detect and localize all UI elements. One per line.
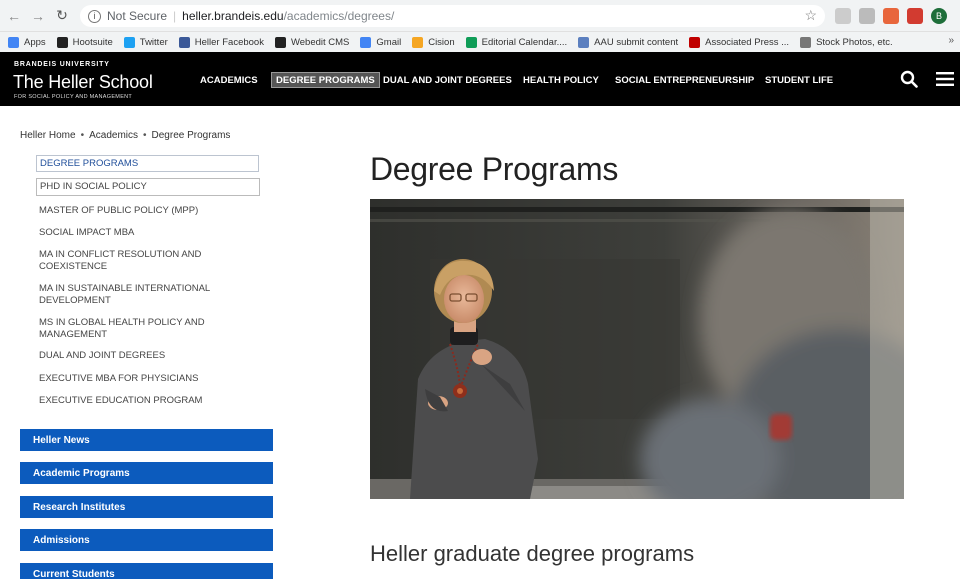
nav-item[interactable]: DUAL AND JOINT DEGREES [383, 72, 512, 88]
quicklink-button[interactable]: Admissions [20, 529, 273, 551]
sidenav-item[interactable]: EXECUTIVE EDUCATION PROGRAM [36, 395, 236, 407]
nav-item[interactable]: DEGREE PROGRAMS [271, 72, 380, 88]
browser-menu-icon[interactable]: ⋮ [955, 7, 960, 24]
search-icon[interactable] [900, 70, 918, 88]
quicklink-button[interactable]: Current Students [20, 563, 273, 579]
bookmark-label: Associated Press ... [705, 36, 790, 48]
cision-icon [412, 36, 424, 48]
sidenav-item[interactable]: MA IN SUSTAINABLE INTERNATIONAL DEVELOPM… [36, 283, 236, 307]
brand-university[interactable]: BRANDEIS UNIVERSITY [14, 61, 110, 68]
google-g-icon [360, 36, 372, 48]
bookmark-label: Heller Facebook [194, 36, 264, 48]
nav-item[interactable]: SOCIAL ENTREPRENEURSHIP [615, 72, 754, 88]
address-bar[interactable]: i Not Secure | heller.brandeis.edu/acade… [80, 5, 825, 27]
quicklink-button[interactable]: Heller News [20, 429, 273, 451]
facebook-icon [178, 36, 190, 48]
bookmark-item[interactable]: Apps [8, 36, 46, 48]
sheets-icon [465, 36, 477, 48]
extension-g-icon[interactable] [907, 7, 923, 24]
extension-chart-icon[interactable] [883, 7, 899, 24]
quicklink-button[interactable]: Academic Programs [20, 462, 273, 484]
sidenav-item[interactable]: DEGREE PROGRAMS [36, 155, 259, 172]
extensions-area: B ⋮ [835, 7, 960, 24]
breadcrumb-link[interactable]: Academics [89, 130, 138, 141]
bookmark-label: Editorial Calendar.... [481, 36, 568, 48]
reload-icon[interactable]: ↻ [52, 6, 72, 26]
extension-drop-icon[interactable] [835, 7, 851, 24]
nav-item[interactable]: ACADEMICS [200, 72, 258, 88]
back-arrow-icon[interactable]: ← [4, 6, 24, 26]
bookmark-label: Twitter [139, 36, 168, 48]
bookmark-label: Cision [428, 36, 455, 48]
quicklink-button[interactable]: Research Institutes [20, 496, 273, 518]
url-host: heller.brandeis.edu [182, 9, 284, 23]
url-path: /academics/degrees/ [283, 9, 395, 23]
bookmark-label: Hootsuite [72, 36, 113, 48]
section-subheading: Heller graduate degree programs [370, 541, 695, 566]
sidenav-item[interactable]: EXECUTIVE MBA FOR PHYSICIANS [36, 373, 236, 385]
bookmark-label: Webedit CMS [290, 36, 350, 48]
bookmark-item[interactable]: Editorial Calendar.... [465, 36, 568, 48]
sidenav-item[interactable]: PHD IN SOCIAL POLICY [36, 178, 260, 196]
bookmark-item[interactable]: Heller Facebook [178, 36, 264, 48]
bookmark-item[interactable]: Stock Photos, etc. [800, 36, 893, 48]
forward-arrow-icon[interactable]: → [28, 6, 48, 26]
bookmark-star-icon[interactable]: ☆ [804, 7, 817, 24]
sidenav-item[interactable]: SOCIAL IMPACT MBA [36, 227, 236, 239]
breadcrumb: Heller Home • Academics • Degree Programs [20, 130, 230, 141]
hamburger-menu-icon[interactable] [936, 72, 954, 86]
bookmarks-bar: Apps Hootsuite Twitter Heller Facebook Webed… [0, 32, 960, 52]
bookmark-label: Gmail [376, 36, 402, 48]
bookmark-item[interactable]: Cision [412, 36, 455, 48]
twitter-bird-icon [123, 36, 135, 48]
profile-avatar[interactable]: B [931, 7, 947, 24]
breadcrumb-link: Degree Programs [151, 130, 231, 141]
bookmark-item[interactable]: Gmail [360, 36, 402, 48]
nav-item[interactable]: STUDENT LIFE [765, 72, 833, 88]
bookmark-item[interactable]: AAU submit content [578, 36, 679, 48]
bookmark-item[interactable]: Hootsuite [56, 36, 113, 48]
bookmark-label: AAU submit content [594, 36, 679, 48]
site-header: BRANDEIS UNIVERSITY The Heller School FO… [0, 52, 960, 106]
browser-toolbar: ← → ↻ i Not Secure | heller.brandeis.edu… [0, 0, 960, 32]
more-bookmarks-icon[interactable]: » [948, 35, 954, 46]
nav-item[interactable]: HEALTH POLICY [523, 72, 599, 88]
hootsuite-owl-icon [56, 36, 68, 48]
breadcrumb-link[interactable]: Heller Home [20, 130, 76, 141]
breadcrumb-separator: • [143, 130, 147, 141]
info-icon[interactable]: i [88, 9, 101, 23]
aau-icon [578, 36, 590, 48]
brand-tagline: FOR SOCIAL POLICY AND MANAGEMENT [14, 94, 133, 100]
sidenav-item[interactable]: DUAL AND JOINT DEGREES [36, 350, 236, 362]
hero-photo [370, 199, 904, 499]
hero-photo-illustration [370, 199, 904, 499]
apps-grid-icon [8, 36, 19, 48]
webedit-c-icon [274, 36, 286, 48]
extension-grey-icon[interactable] [859, 7, 875, 24]
folder-icon [800, 36, 812, 48]
breadcrumb-separator: • [80, 130, 85, 141]
ap-icon [689, 36, 701, 48]
bookmark-item[interactable]: Webedit CMS [274, 36, 350, 48]
page-title: Degree Programs [370, 151, 619, 187]
bookmark-label: Stock Photos, etc. [816, 36, 893, 48]
bookmark-item[interactable]: Twitter [123, 36, 168, 48]
sidenav-item[interactable]: MA IN CONFLICT RESOLUTION AND COEXISTENC… [36, 249, 236, 273]
bookmark-item[interactable]: Associated Press ... [689, 36, 790, 48]
bookmark-label: Apps [24, 36, 46, 48]
not-secure-label: Not Secure [107, 9, 168, 23]
sidenav-item[interactable]: MS IN GLOBAL HEALTH POLICY AND MANAGEMEN… [36, 317, 236, 341]
brand-school-logo[interactable]: The Heller School [13, 72, 153, 93]
sidenav-item[interactable]: MASTER OF PUBLIC POLICY (MPP) [36, 205, 236, 217]
